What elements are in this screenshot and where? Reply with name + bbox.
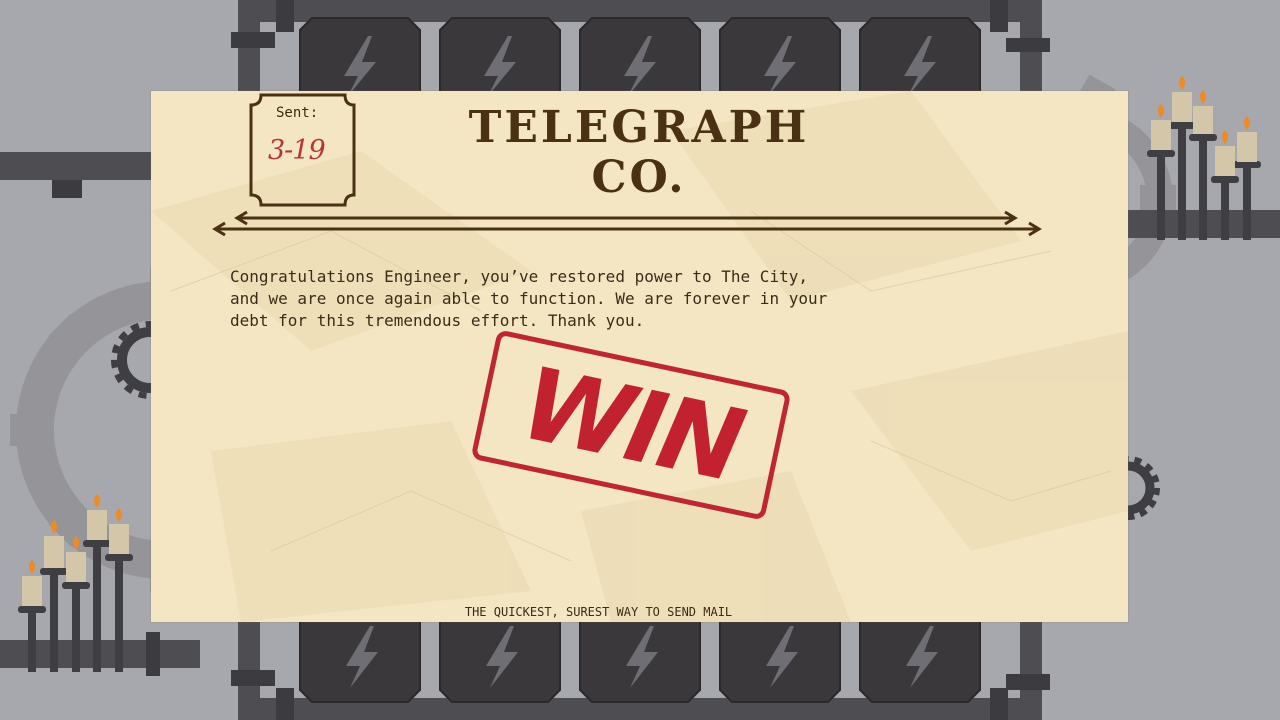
title-line-1: TELEGRAPH: [468, 102, 810, 153]
candles-right: [1147, 76, 1261, 240]
batteries-top: [299, 17, 981, 101]
win-stamp-text: WIN: [511, 344, 751, 505]
telegram-message: Congratulations Engineer, you’ve restore…: [230, 267, 828, 330]
title-line-2: CO.: [591, 152, 687, 203]
sent-date: 3-19: [268, 135, 326, 166]
telegraph-slogan: THE QUICKEST, SUREST WAY TO SEND MAIL: [464, 605, 733, 619]
telegram-card: Sent: 3-19 TELEGRAPH CO. Congratulations…: [151, 91, 1128, 622]
telegraph-title: TELEGRAPH CO.: [389, 103, 889, 203]
batteries-bottom: [299, 619, 981, 703]
sent-label: Sent:: [276, 105, 319, 121]
